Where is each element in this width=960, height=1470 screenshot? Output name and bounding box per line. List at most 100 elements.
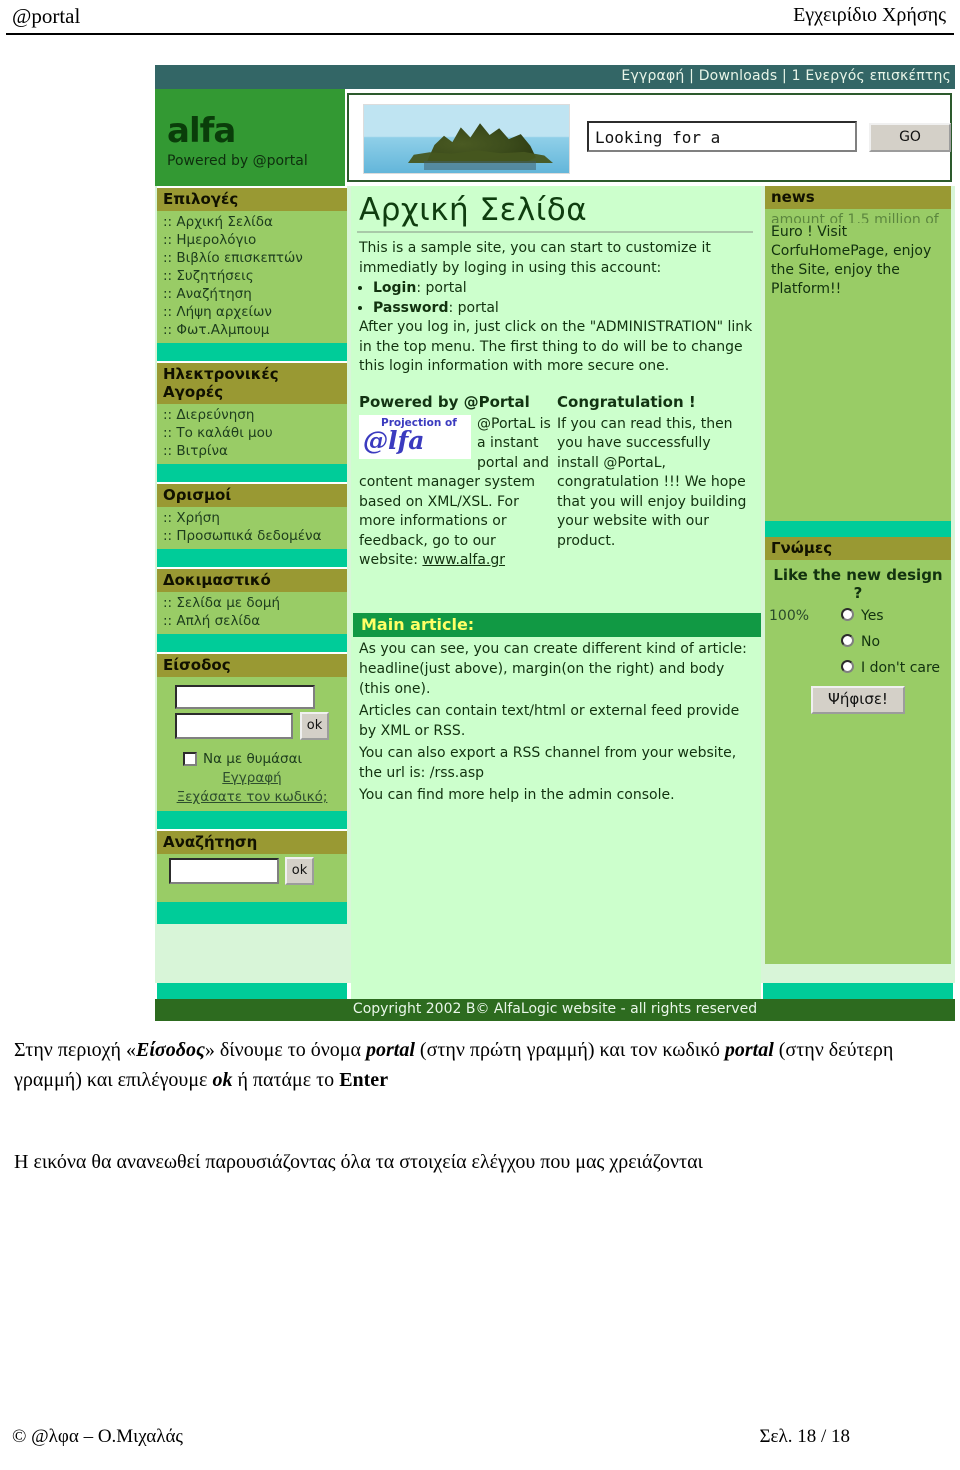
news-body: amount of 1,5 million of Euro ! Visit Co… bbox=[765, 209, 951, 303]
document-page: @portal Εγχειρίδιο Χρήσης Εγγραφή | Down… bbox=[0, 0, 960, 1470]
sidebar-item-simple-page[interactable]: :: Απλή σελίδα bbox=[157, 612, 347, 630]
vote-button[interactable]: Ψήφισε! bbox=[811, 686, 905, 714]
news-block-filler bbox=[765, 303, 951, 521]
credentials-list: Login: portal Password: portal bbox=[351, 278, 761, 318]
register-link[interactable]: Εγγραφή bbox=[621, 68, 684, 84]
search-input-value: Looking for a bbox=[595, 128, 721, 147]
poll-body: Like the new design ? 100% Yes No I don'… bbox=[765, 560, 951, 726]
sidebar-block-definitions: Ορισμοί :: Χρήση :: Προσωπικά δεδομένα bbox=[157, 482, 347, 549]
page-title: Αρχική Σελίδα bbox=[359, 192, 588, 228]
site-body: Επιλογές :: Αρχική Σελίδα :: Ημερολόγιο … bbox=[155, 186, 955, 983]
prose-p2-enter: Enter bbox=[339, 1069, 389, 1091]
credential-login-label: Login bbox=[373, 280, 417, 296]
sidebar-item-search[interactable]: :: Αναζήτηση bbox=[157, 285, 347, 303]
news-block: news amount of 1,5 million of Euro ! Vis… bbox=[765, 186, 951, 521]
sidebar-item-structured-page[interactable]: :: Σελίδα με δομή bbox=[157, 594, 347, 612]
left-sidebar: Επιλογές :: Αρχική Σελίδα :: Ημερολόγιο … bbox=[157, 186, 347, 924]
congratulation-text: If you can read this, then you have succ… bbox=[557, 415, 747, 549]
sidebar-block-eshop: Ηλεκτρονικές Αγορές :: Διερεύνηση :: Το … bbox=[157, 361, 347, 464]
sidebar-item-forums[interactable]: :: Συζητήσεις bbox=[157, 267, 347, 285]
congratulation-heading: Congratulation ! bbox=[557, 392, 696, 411]
header-right-text: Εγχειρίδιο Χρήσης bbox=[793, 4, 946, 26]
sidebar-search-input[interactable] bbox=[169, 858, 279, 884]
right-separator-1 bbox=[765, 521, 951, 537]
sidebar-item-guestbook[interactable]: :: Βιβλίο επισκεπτών bbox=[157, 249, 347, 267]
sidebar-separator-3 bbox=[157, 549, 347, 567]
credential-password: Password: portal bbox=[373, 298, 761, 318]
radio-icon-dontcare[interactable] bbox=[841, 660, 854, 673]
header-left-text: @portal bbox=[12, 4, 81, 28]
remember-me-checkbox[interactable] bbox=[183, 752, 197, 766]
poll-label-dontcare: I don't care bbox=[861, 660, 941, 676]
footer-left-text: © @λφα – Ο.Μιχαλάς bbox=[12, 1426, 183, 1447]
register-link[interactable]: Εγγραφή bbox=[157, 770, 347, 786]
password-field[interactable] bbox=[175, 713, 293, 739]
sidebar-item-calendar[interactable]: :: Ημερολόγιο bbox=[157, 231, 347, 249]
bottom-strip-right bbox=[763, 983, 953, 999]
sidebar-separator-4 bbox=[157, 634, 347, 652]
prose-p2-d: ή πατάμε το bbox=[232, 1069, 340, 1091]
radio-icon-no[interactable] bbox=[841, 634, 854, 647]
sidebar-item-browse[interactable]: :: Διερεύνηση bbox=[157, 406, 347, 424]
poll-label-no: No bbox=[861, 634, 881, 650]
prose-p1-portal: portal bbox=[366, 1039, 415, 1061]
embedded-screenshot: Εγγραφή | Downloads | 1 Ενεργός επισκέπτ… bbox=[5, 47, 955, 1022]
alfa-website-link[interactable]: www.alfa.gr bbox=[422, 552, 505, 568]
sidebar-item-cart[interactable]: :: Το καλάθι μου bbox=[157, 424, 347, 442]
sidebar-search-block: Αναζήτηση ok bbox=[157, 829, 347, 902]
document-running-header: @portal Εγχειρίδιο Χρήσης bbox=[0, 4, 960, 38]
poll-option-yes[interactable]: 100% Yes bbox=[765, 604, 951, 630]
sidebar-item-showcase[interactable]: :: Βιτρίνα bbox=[157, 442, 347, 460]
poll-option-no[interactable]: No bbox=[765, 630, 951, 656]
sidebar-item-usage[interactable]: :: Χρήση bbox=[157, 509, 347, 527]
prose-p1-e: (στην πρώτη γραμμή) και τον κωδικό bbox=[414, 1039, 725, 1061]
site-logo-block[interactable]: alfa Powered by @portal bbox=[155, 89, 345, 186]
main-content: Αρχική Σελίδα This is a sample site, you… bbox=[351, 186, 761, 983]
password-row: ok bbox=[157, 712, 347, 743]
login-ok-button[interactable]: ok bbox=[300, 712, 329, 740]
search-go-button[interactable]: GO bbox=[869, 123, 951, 152]
brand-tagline: Powered by @portal bbox=[167, 153, 308, 169]
sidebar-item-home[interactable]: :: Αρχική Σελίδα bbox=[157, 213, 347, 231]
poll-question: Like the new design ? bbox=[773, 566, 943, 602]
credential-password-label: Password bbox=[373, 300, 449, 316]
powered-by-article: Powered by @Portal Projection of @lfa @P… bbox=[359, 393, 555, 571]
sidebar-block-items: :: Σελίδα με δομή :: Απλή σελίδα bbox=[157, 592, 347, 634]
sidebar-item-privacy[interactable]: :: Προσωπικά δεδομένα bbox=[157, 527, 347, 545]
brand-name: alfa bbox=[167, 111, 236, 151]
sidebar-block-epiloges: Επιλογές :: Αρχική Σελίδα :: Ημερολόγιο … bbox=[157, 186, 347, 343]
news-title: news bbox=[765, 186, 951, 209]
sidebar-separator-2 bbox=[157, 464, 347, 482]
alfa-logo: Projection of @lfa bbox=[359, 414, 471, 459]
site-top-bar: Εγγραφή | Downloads | 1 Ενεργός επισκέπτ… bbox=[155, 65, 955, 89]
sidebar-block-title: Ηλεκτρονικές Αγορές bbox=[157, 361, 347, 404]
search-panel: Looking for a GO bbox=[347, 93, 952, 182]
sidebar-item-photoalbum[interactable]: :: Φωτ.Αλμπουμ bbox=[157, 321, 347, 339]
sidebar-separator-1 bbox=[157, 343, 347, 361]
credential-login-value: : portal bbox=[416, 280, 467, 296]
poll-option-dontcare[interactable]: I don't care bbox=[765, 656, 951, 682]
footer-page-number: Σελ. 18 / 18 bbox=[759, 1426, 850, 1447]
main-article-heading: Main article: bbox=[353, 612, 761, 637]
poll-block: Γνώμες Like the new design ? 100% Yes No… bbox=[765, 537, 951, 726]
forgot-password-link[interactable]: Ξεχάσατε τον κωδικό; bbox=[157, 789, 347, 805]
poll-title: Γνώμες bbox=[765, 537, 951, 560]
remember-me-row[interactable]: Να με θυμάσαι bbox=[183, 751, 347, 767]
sidebar-block-title: Δοκιμαστικό bbox=[157, 567, 347, 592]
radio-icon-yes[interactable] bbox=[841, 608, 854, 621]
downloads-link[interactable]: Downloads bbox=[699, 68, 778, 84]
sidebar-block-items: :: Αρχική Σελίδα :: Ημερολόγιο :: Βιβλίο… bbox=[157, 211, 347, 343]
sidebar-search-ok-button[interactable]: ok bbox=[285, 857, 314, 885]
congratulation-article: Congratulation ! If you can read this, t… bbox=[557, 393, 753, 552]
sidebar-item-downloads[interactable]: :: Λήψη αρχείων bbox=[157, 303, 347, 321]
prose-paragraph-2: Η εικόνα θα ανανεωθεί παρουσιάζοντας όλα… bbox=[14, 1151, 703, 1173]
credential-password-value: : portal bbox=[448, 300, 499, 316]
news-clipped-line: amount of 1,5 million of bbox=[771, 212, 939, 223]
bottom-separator-strips bbox=[155, 983, 955, 999]
right-sidebar: news amount of 1,5 million of Euro ! Vis… bbox=[765, 186, 951, 964]
sidebar-block-items: :: Διερεύνηση :: Το καλάθι μου :: Βιτρίν… bbox=[157, 404, 347, 464]
top-bar-links: Εγγραφή | Downloads | 1 Ενεργός επισκέπτ… bbox=[621, 68, 951, 84]
brand-search-row: alfa Powered by @portal Looking for a GO bbox=[155, 89, 955, 186]
username-field[interactable] bbox=[175, 685, 315, 709]
search-input[interactable]: Looking for a bbox=[587, 121, 857, 152]
